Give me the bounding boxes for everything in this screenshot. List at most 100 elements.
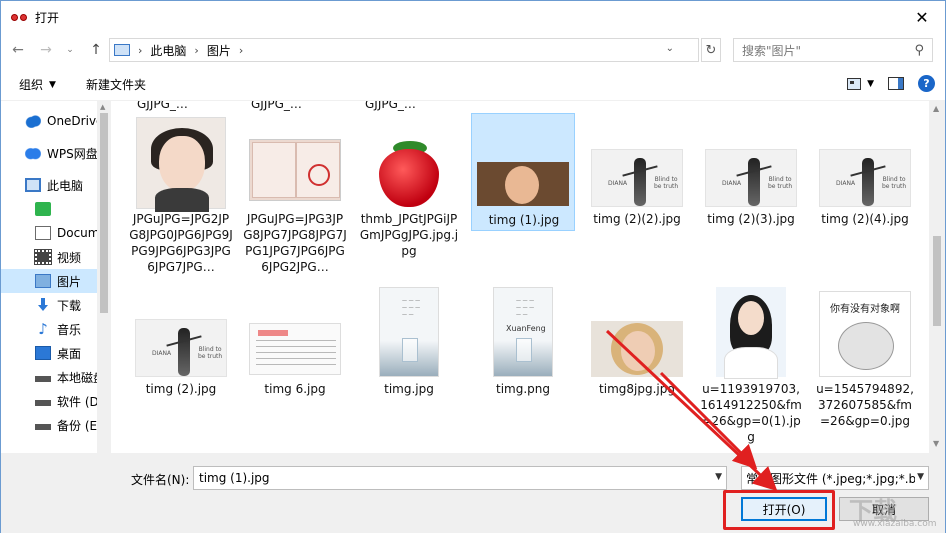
sidebar-item-software-drive[interactable]: 软件 (D: [1, 389, 97, 413]
search-input[interactable]: 搜索"图片": [742, 42, 801, 59]
change-view-button[interactable]: ▼: [847, 77, 874, 90]
file-item[interactable]: Blind to be truth DIANA timg (2)(4).jpg: [813, 113, 917, 231]
file-thumbnail: Blind to be truth DIANA: [819, 149, 911, 207]
file-item-selected[interactable]: timg (1).jpg: [471, 113, 575, 231]
breadcrumb-separator: ›: [194, 43, 199, 57]
window-title: 打开: [35, 10, 60, 25]
sidebar-item-this-pc[interactable]: 此电脑: [1, 173, 97, 197]
file-thumbnail: Blind to be truth DIANA: [135, 319, 227, 377]
sidebar-item-label: 桌面: [57, 346, 82, 361]
up-button[interactable]: ↑: [85, 39, 107, 61]
sidebar-item-green-app[interactable]: [1, 197, 97, 221]
scroll-up-icon[interactable]: ▲: [100, 103, 105, 111]
title-bar: 打开 ✕: [1, 1, 945, 33]
wps-cloud-icon: [25, 146, 41, 160]
breadcrumb-this-pc[interactable]: 此电脑: [150, 42, 186, 59]
computer-icon: [25, 178, 41, 192]
navigation-pane: OneDrive WPS网盘 此电脑 Documents 视频 图片 下载: [1, 101, 97, 453]
sidebar-item-pictures[interactable]: 图片: [1, 269, 97, 293]
drive-icon: [35, 370, 51, 384]
app-eyes-icon: [11, 11, 27, 23]
forward-button[interactable]: →: [35, 39, 57, 61]
file-item[interactable]: JPGuJPG=JPG3JPG8JPG7JPG8JPG7JPG1JPG7JPG6…: [243, 113, 347, 283]
file-name: timg.jpg: [384, 382, 434, 396]
file-thumbnail: [136, 117, 226, 212]
chevron-down-icon[interactable]: ▼: [915, 472, 924, 482]
sidebar-item-label: 此电脑: [47, 178, 84, 193]
help-icon[interactable]: ?: [918, 75, 935, 92]
music-icon: ♪: [38, 320, 48, 338]
file-item[interactable]: — — — — — — — — timg.jpg: [357, 285, 461, 403]
download-icon: [35, 298, 51, 312]
search-icon: ⚲: [914, 43, 924, 58]
sidebar-item-label: Documents: [57, 226, 97, 240]
file-thumbnail: — — — — — — — — XuanFeng: [493, 287, 553, 377]
file-item[interactable]: timg8jpg.jpg: [585, 285, 689, 403]
file-thumbnail: [249, 323, 341, 375]
file-list-scroll-thumb[interactable]: [933, 236, 941, 326]
sidebar-item-label: OneDrive: [47, 114, 97, 128]
recent-dropdown-button[interactable]: ⌄: [59, 39, 81, 61]
search-box[interactable]: 搜索"图片" ⚲: [733, 38, 933, 62]
close-button[interactable]: ✕: [899, 1, 945, 33]
filename-input[interactable]: timg (1).jpg ▼: [193, 466, 727, 490]
poster-caption: XuanFeng: [506, 324, 546, 333]
pictures-icon: [35, 274, 51, 288]
file-name: timg (2).jpg: [145, 382, 217, 396]
file-thumbnail: [477, 162, 569, 206]
breadcrumb-separator[interactable]: ›: [239, 44, 243, 57]
sidebar-item-videos[interactable]: 视频: [1, 245, 97, 269]
refresh-button[interactable]: ↻: [701, 38, 721, 62]
sidebar-item-onedrive[interactable]: OneDrive: [1, 109, 97, 133]
file-name: JPGuJPG=JPG2JPG8JPG0JPG6JPG9JPG9JPG6JPG3…: [129, 212, 233, 274]
sidebar-scrollbar[interactable]: ▲: [97, 101, 111, 453]
organize-label: 组织: [19, 78, 44, 92]
sidebar-item-label: 下载: [57, 298, 82, 313]
file-item[interactable]: JPGuJPG=JPG2JPG8JPG0JPG6JPG9JPG9JPG6JPG3…: [129, 113, 233, 283]
sidebar-item-documents[interactable]: Documents: [1, 221, 97, 245]
file-thumbnail: — — — — — — — —: [379, 287, 439, 377]
chevron-down-icon[interactable]: ⌄: [666, 43, 674, 54]
address-bar[interactable]: › 此电脑 › 图片 › ⌄: [109, 38, 699, 62]
thumbnail-caption: 你有没有对象啊: [830, 304, 900, 315]
file-item[interactable]: timg 6.jpg: [243, 285, 347, 403]
sidebar-item-downloads[interactable]: 下载: [1, 293, 97, 317]
file-name: thmb_JPGtJPGiJPGmJPGgJPG.jpg.jpg: [359, 212, 459, 258]
new-folder-button[interactable]: 新建文件夹: [86, 76, 146, 93]
sidebar-item-backup-drive[interactable]: 备份 (E: [1, 413, 97, 437]
sidebar-scroll-thumb[interactable]: [100, 113, 108, 313]
sidebar-item-label: 软件 (D: [57, 394, 97, 409]
file-item[interactable]: Blind to be truth DIANA timg (2)(3).jpg: [699, 113, 803, 231]
file-item[interactable]: — — — — — — — — XuanFeng timg.png: [471, 285, 575, 403]
cloud-icon: [25, 114, 41, 128]
breadcrumb-pictures[interactable]: 图片: [207, 42, 231, 59]
sidebar-item-label: 音乐: [57, 322, 82, 337]
file-item[interactable]: Blind to be truth DIANA timg (2).jpg: [129, 285, 233, 403]
file-item[interactable]: Blind to be truth DIANA timg (2)(2).jpg: [585, 113, 689, 231]
scroll-up-icon[interactable]: ▲: [933, 104, 939, 113]
file-item[interactable]: u=1193919703,1614912250&fm=26&gp=0(1).jp…: [699, 285, 803, 453]
sidebar-item-label: 视频: [57, 250, 82, 265]
organize-menu-button[interactable]: 组织 ▼: [19, 76, 56, 93]
sidebar-item-music[interactable]: ♪ 音乐: [1, 317, 97, 341]
filename-value[interactable]: timg (1).jpg: [199, 471, 270, 485]
back-button[interactable]: ←: [7, 39, 29, 61]
caret-down-icon: ▼: [49, 79, 56, 90]
scroll-down-icon[interactable]: ▼: [933, 439, 939, 448]
chevron-down-icon[interactable]: ▼: [715, 472, 722, 482]
file-item[interactable]: 你有没有对象啊 u=1545794892,372607585&fm=26&gp=…: [813, 285, 917, 453]
command-toolbar: 组织 ▼ 新建文件夹 ▼ ?: [1, 69, 945, 101]
drive-icon: [35, 394, 51, 408]
file-type-select[interactable]: 常见图形文件 (*.jpeg;*.jpg;*.b ▼: [741, 466, 929, 490]
navigation-bar: ← → ⌄ ↑ › 此电脑 › 图片 › ⌄ ↻ 搜索"图片" ⚲: [1, 35, 945, 65]
file-name: timg8jpg.jpg: [599, 382, 675, 396]
file-item[interactable]: thmb_JPGtJPGiJPGmJPGgJPG.jpg.jpg: [357, 113, 461, 283]
sidebar-item-desktop[interactable]: 桌面: [1, 341, 97, 365]
preview-pane-icon[interactable]: [888, 77, 904, 90]
sidebar-item-wps[interactable]: WPS网盘: [1, 141, 97, 165]
file-thumbnail: [249, 139, 341, 201]
sidebar-item-local-disk[interactable]: 本地磁盘: [1, 365, 97, 389]
file-list-scrollbar[interactable]: ▲ ▼: [929, 101, 945, 453]
document-icon: [35, 226, 51, 240]
file-name: timg (2)(3).jpg: [707, 212, 795, 226]
